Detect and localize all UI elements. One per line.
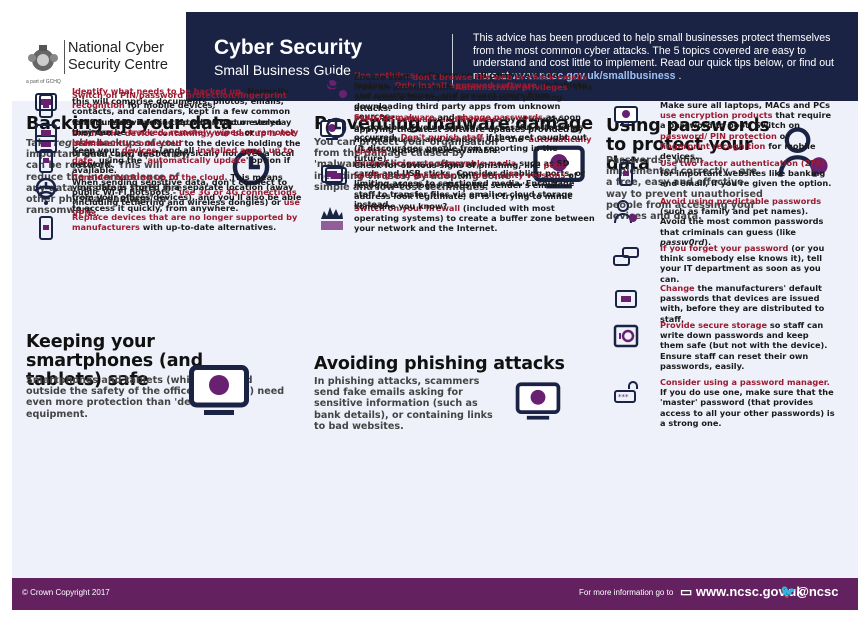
text-segment: and xyxy=(434,112,458,122)
highlight-text: change passwords xyxy=(457,112,543,122)
text-segment: (and all xyxy=(156,145,198,155)
highlight-text: Don't punish staff xyxy=(400,132,483,143)
twitter-icon: 🐦 xyxy=(780,584,797,599)
text-segment: (such as family and pet names). Avoid th… xyxy=(660,206,824,237)
highlight-text: Consider using a password manager. xyxy=(660,377,830,387)
royal-crest-icon xyxy=(28,45,58,71)
highlight-text: automatically update xyxy=(147,155,246,166)
tip-item: Consider using a password manager. If yo… xyxy=(660,377,835,428)
section-1: Backing up your data Take regular backups… xyxy=(26,86,301,216)
twitter-link[interactable]: 🐦@ncsc xyxy=(780,584,839,600)
phone-trash-icon xyxy=(32,214,60,246)
section-2: Keeping your smartphones (and tablets) s… xyxy=(26,90,300,420)
section-4: Avoiding phishing attacks In phishing att… xyxy=(314,72,593,432)
highlight-text: use 3G or 4G connections xyxy=(178,187,297,198)
clock-restore-icon xyxy=(322,114,350,146)
highlight-text: password/ PIN protection xyxy=(660,130,777,141)
hook-icon xyxy=(322,162,350,194)
text-segment: , or xyxy=(454,170,473,181)
text-segment: Ensure staff xyxy=(354,72,413,82)
org-name-line1: National Cyber xyxy=(68,40,164,56)
text-segment: for mobile devices. xyxy=(124,100,216,111)
highlight-text: fingerprint recognition xyxy=(660,140,766,151)
password-lock-icon: *** xyxy=(612,379,640,411)
text-segment: Check for obvious signs of phishing, lik… xyxy=(354,160,544,170)
text-segment: or xyxy=(776,130,790,141)
tip-item: Avoid using predictable passwords (such … xyxy=(660,196,835,247)
section-title: Avoiding phishing attacks xyxy=(314,354,565,374)
highlight-text: devices xyxy=(121,145,157,155)
tip-item: If you forget your password (or you thin… xyxy=(660,243,835,284)
tip-item: Ensure staff don't browse the web or che… xyxy=(354,72,594,113)
footer: © Crown Copyright 2017 For more informat… xyxy=(12,578,858,610)
section-5: Using passwords to protect your data Pass… xyxy=(606,100,866,428)
devices-check-icon xyxy=(184,355,254,429)
intro-end: . xyxy=(675,69,682,82)
wifi-icon xyxy=(32,179,60,211)
highlight-text: Avoid using predictable passwords xyxy=(660,196,822,206)
tip-item: Make sure all laptops, MACs and PCs use … xyxy=(660,100,835,161)
safe-icon xyxy=(612,322,640,354)
tip-item: Provide secure storage so staff can writ… xyxy=(660,320,835,371)
highlight-text: remotely wiped xyxy=(169,127,242,138)
text-segment: , using the ' xyxy=(92,155,148,166)
two-factor-icon xyxy=(612,160,640,192)
monitor-icon: ▭ xyxy=(680,584,696,599)
text-segment: (including tethering and wireless dongle… xyxy=(72,197,284,208)
text-segment: Make sure all laptops, MACs and PCs xyxy=(660,100,831,110)
speech-bubbles-icon xyxy=(612,245,640,277)
tip-item: Configure devices so that when lost or s… xyxy=(72,117,302,148)
section-lead: In phishing attacks, scammers send fake … xyxy=(314,376,504,432)
highlight-text: If you forget your password xyxy=(660,243,789,253)
highlight-text: use encryption products xyxy=(660,110,773,121)
tip-item: Keep your devices (and all installed app… xyxy=(72,145,302,176)
text-segment: Keep your xyxy=(72,145,122,155)
phone-update-icon xyxy=(32,147,60,179)
org-subtitle: a part of GCHQ xyxy=(26,79,61,85)
ncsc-logo: National Cyber Security Centre a part of … xyxy=(22,40,182,90)
highlight-text: Change xyxy=(660,283,695,293)
page-title: Cyber Security xyxy=(214,36,363,59)
content-area: Backing up your data Take regular backups… xyxy=(12,70,858,578)
tip-item: Replace devices that are no longer suppo… xyxy=(72,212,302,232)
tip-item: Switch on PIN/password protection/finger… xyxy=(72,90,302,110)
text-segment: from an account with xyxy=(354,82,456,93)
highlight-text: Provide secure storage xyxy=(660,320,768,330)
highlight-text: installed apps xyxy=(197,145,263,155)
more-info-label: For more information go to xyxy=(579,588,674,597)
svg-text:***: *** xyxy=(618,393,629,401)
laptop-password-icon xyxy=(612,102,640,134)
password-slots-icon xyxy=(612,285,640,317)
twitter-handle: @ncsc xyxy=(796,584,839,599)
text-segment: with up-to-date alternatives. xyxy=(139,222,277,233)
highlight-text: Scan for malware xyxy=(354,112,435,122)
highlight-text: Administrator privileges xyxy=(455,82,568,93)
highlight-text: don't browse the web or check emails xyxy=(412,72,588,82)
highlight-text: Use two factor authentication (2FA) xyxy=(660,158,826,168)
text-segment: for important websites like banking and … xyxy=(660,168,832,189)
user-gear-icon xyxy=(322,74,350,106)
text-segment: If you do use one, make sure that the 'm… xyxy=(660,387,835,428)
highlight-text: low quality versions xyxy=(472,170,566,181)
text-segment: ) xyxy=(262,145,269,155)
tip-item: Use two factor authentication (2FA) for … xyxy=(660,158,835,189)
org-name-line2: Security Centre xyxy=(68,57,168,73)
family-pet-icon xyxy=(612,198,640,230)
text-segment: or xyxy=(241,127,257,138)
highlight-text: tracked xyxy=(128,127,164,138)
text-segment: In phishing attacks, scammers send fake … xyxy=(314,376,493,432)
tip-item: Change the manufacturers' default passwo… xyxy=(660,283,835,324)
firewall-icon xyxy=(318,205,346,237)
phishing-email-icon xyxy=(512,375,564,431)
copyright: © Crown Copyright 2017 xyxy=(22,588,110,597)
tip-item: Check for obvious signs of phishing, lik… xyxy=(354,160,594,211)
tip-item: Scan for malware and change passwords as… xyxy=(354,112,594,163)
